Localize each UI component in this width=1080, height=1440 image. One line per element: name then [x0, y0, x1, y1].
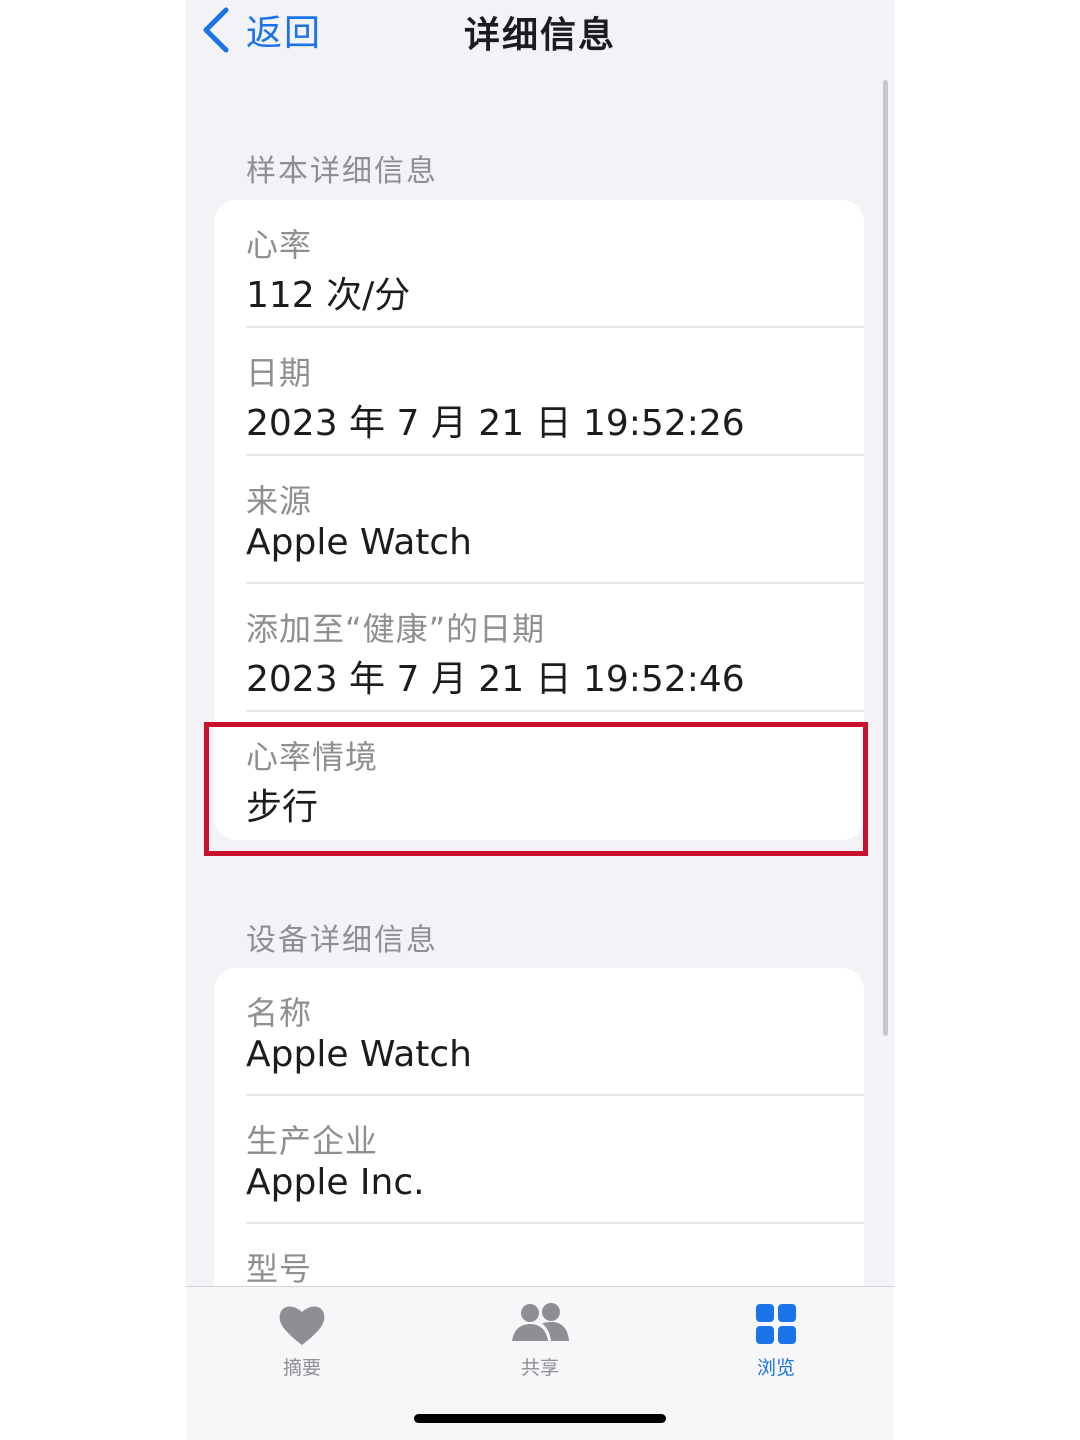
row-value: 2023 年 7 月 21 日 19:52:26 [246, 403, 745, 444]
home-indicator[interactable] [414, 1414, 666, 1423]
row-value: Apple Inc. [246, 1162, 425, 1203]
row-value: Apple Watch [246, 1034, 473, 1075]
row-value: 112 次/分 [246, 275, 411, 316]
row-label: 日期 [246, 354, 313, 392]
tab-label: 共享 [520, 1357, 559, 1379]
grid-icon [756, 1304, 796, 1344]
detail-row-name[interactable]: 名称 Apple Watch [214, 968, 864, 1096]
detail-row-date-added[interactable]: 添加至“健康”的日期 2023 年 7 月 21 日 19:52:46 [214, 584, 864, 712]
scroll-indicator[interactable] [883, 80, 888, 1036]
row-label: 心率 [246, 226, 313, 264]
row-label: 生产企业 [246, 1122, 379, 1160]
heart-icon [279, 1306, 325, 1345]
tab-label: 浏览 [756, 1357, 795, 1379]
row-value: 步行 [246, 787, 319, 828]
tab-label: 摘要 [282, 1357, 321, 1379]
page-title: 详细信息 [463, 15, 616, 56]
detail-row-heart-rate[interactable]: 心率 112 次/分 [214, 200, 864, 328]
section-header-sample: 样本详细信息 [246, 154, 438, 189]
tab-summary[interactable]: 摘要 [232, 1301, 372, 1381]
row-label: 型号 [246, 1250, 313, 1288]
tab-browse[interactable]: 浏览 [706, 1301, 846, 1381]
tab-sharing[interactable]: 共享 [470, 1301, 610, 1381]
navigation-bar: 返回 详细信息 [186, 0, 894, 70]
detail-row-date[interactable]: 日期 2023 年 7 月 21 日 19:52:26 [214, 328, 864, 456]
row-label: 添加至“健康”的日期 [246, 610, 546, 648]
row-label: 名称 [246, 994, 313, 1032]
row-value: 2023 年 7 月 21 日 19:52:46 [246, 659, 745, 700]
detail-row-manufacturer[interactable]: 生产企业 Apple Inc. [214, 1096, 864, 1224]
phone-screen: 返回 详细信息 样本详细信息 心率 112 次/分 日期 2023 年 7 月 … [186, 0, 894, 1440]
sample-details-card: 心率 112 次/分 日期 2023 年 7 月 21 日 19:52:26 来… [214, 200, 864, 840]
row-label: 来源 [246, 482, 313, 520]
row-value: Apple Watch [246, 522, 473, 563]
section-header-device: 设备详细信息 [246, 923, 438, 958]
detail-row-source[interactable]: 来源 Apple Watch [214, 456, 864, 584]
row-label: 心率情境 [246, 738, 379, 776]
people-icon [512, 1303, 569, 1341]
detail-row-heart-rate-context[interactable]: 心率情境 步行 [214, 712, 864, 840]
